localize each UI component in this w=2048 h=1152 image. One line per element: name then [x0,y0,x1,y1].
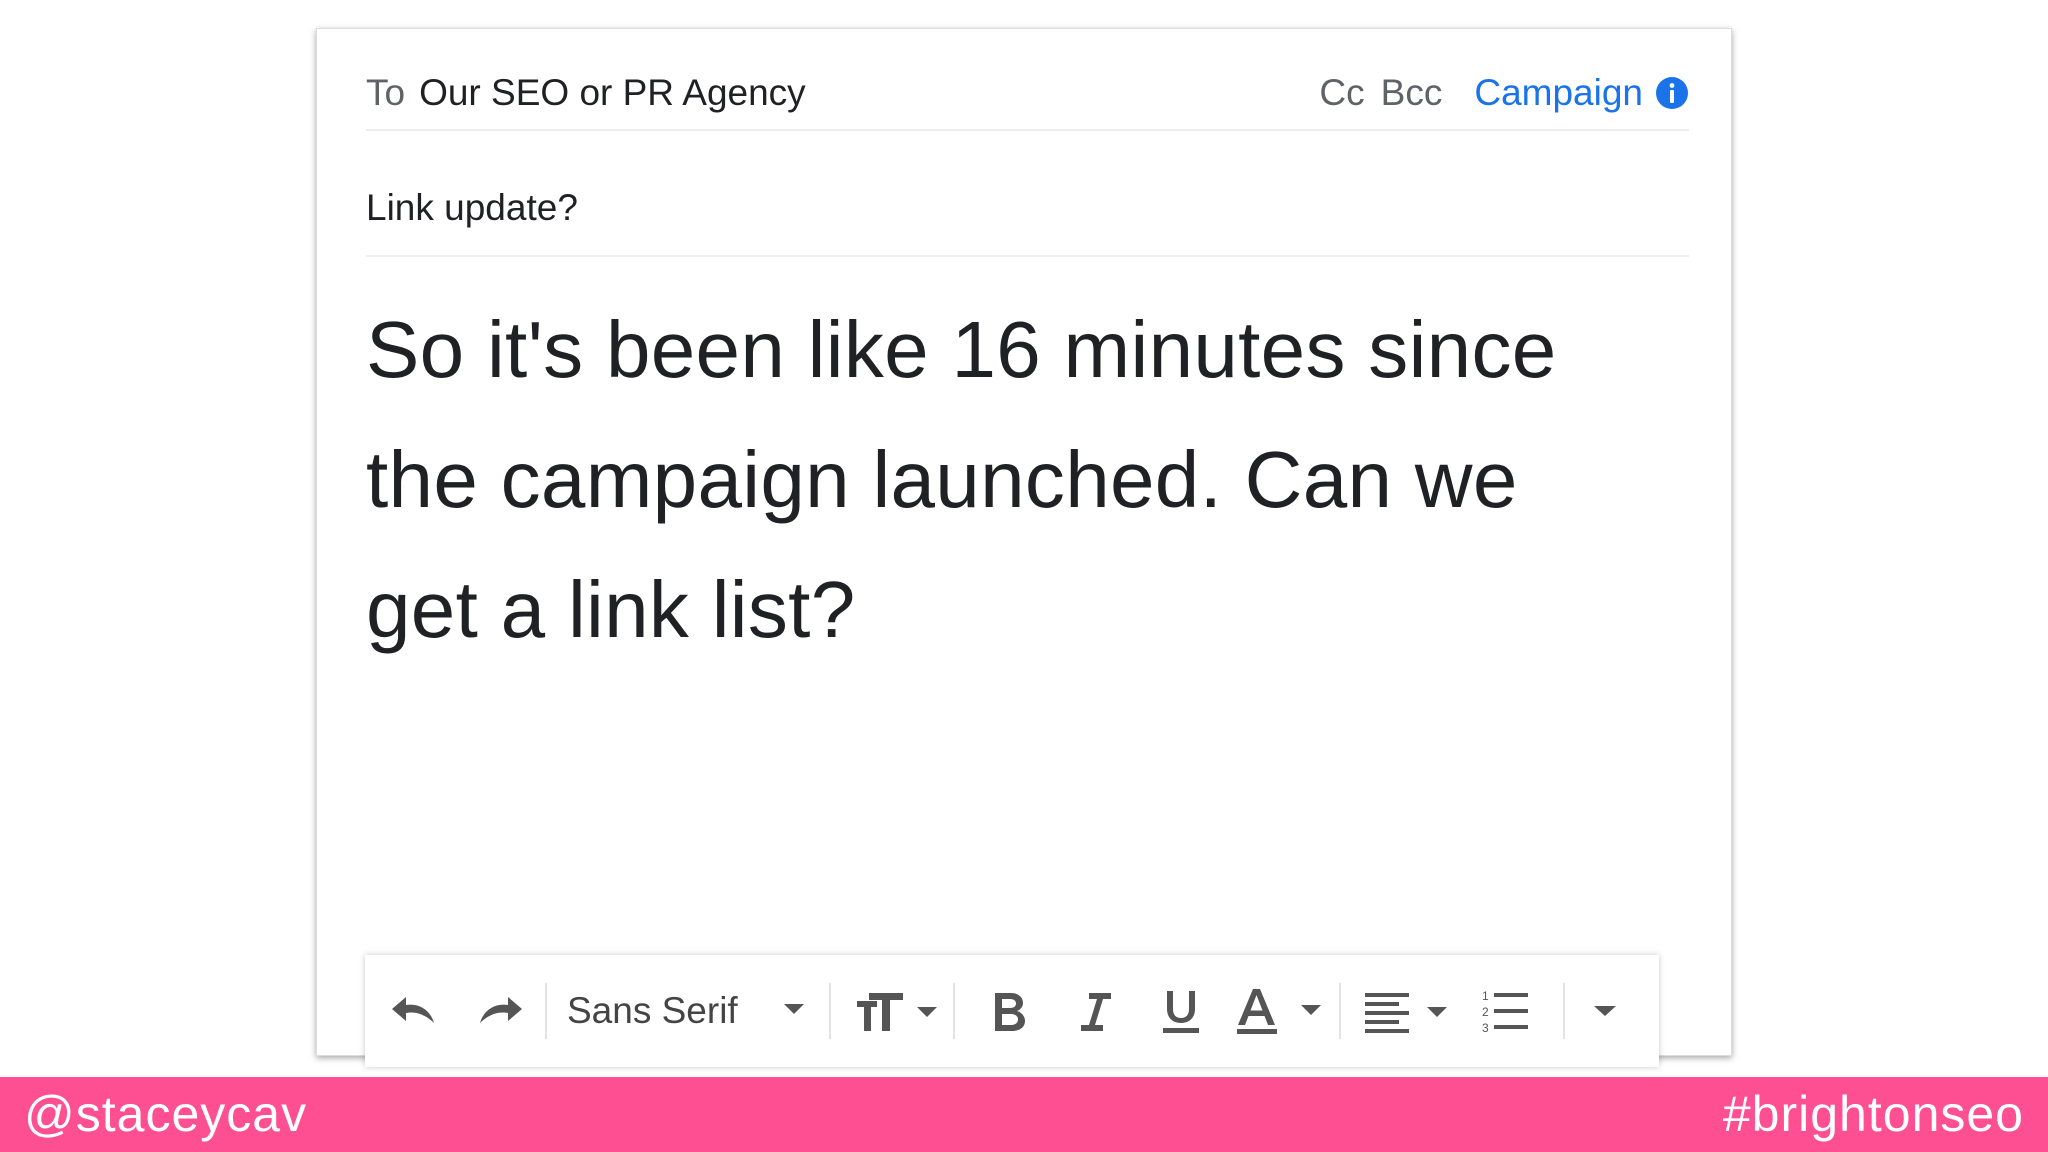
undo-icon[interactable] [383,971,445,1051]
to-recipient[interactable]: Our SEO or PR Agency [419,72,806,114]
font-family-label: Sans Serif [567,990,738,1031]
bcc-button[interactable]: Bcc [1381,72,1443,114]
text-color-icon[interactable] [1235,971,1325,1051]
svg-text:2: 2 [1482,1005,1489,1019]
compose-window: To Our SEO or PR Agency Cc Bcc Campaign … [316,28,1732,1067]
text-size-icon[interactable] [851,971,941,1051]
font-family-dropdown[interactable]: Sans Serif [567,971,817,1051]
redo-icon[interactable] [469,971,531,1051]
event-hashtag: #brightonseo [1722,1086,2024,1142]
svg-text:1: 1 [1482,989,1489,1003]
toolbar-separator [1563,983,1565,1039]
toolbar-separator [953,983,955,1039]
toolbar-separator [1339,983,1341,1039]
body-line: So it's been like 16 minutes since [366,305,1557,394]
bold-icon[interactable] [979,971,1039,1051]
twitter-handle: @staceycav [24,1086,308,1142]
svg-text:3: 3 [1482,1021,1489,1035]
message-body[interactable]: So it's been like 16 minutes since the c… [366,285,1676,675]
footer-bar: @staceycav #brightonseo [0,1077,2048,1152]
recipients-row[interactable]: To Our SEO or PR Agency Cc Bcc Campaign [366,57,1689,131]
formatting-toolbar: Sans Serif 1 2 3 [365,955,1659,1067]
underline-icon[interactable] [1151,971,1211,1051]
info-icon[interactable] [1655,76,1689,110]
align-icon[interactable] [1363,971,1453,1051]
toolbar-separator [545,983,547,1039]
to-label: To [366,72,406,113]
toolbar-separator [829,983,831,1039]
subject-field[interactable]: Link update? [366,161,1689,257]
italic-icon[interactable] [1065,971,1125,1051]
more-options-icon[interactable] [1585,971,1625,1051]
cc-button[interactable]: Cc [1319,72,1364,114]
campaign-link[interactable]: Campaign [1474,72,1643,114]
body-line: get a link list? [366,565,856,654]
body-line: the campaign launched. Can we [366,435,1518,524]
dropdown-arrow-icon [782,1002,806,1021]
numbered-list-icon[interactable]: 1 2 3 [1475,971,1535,1051]
